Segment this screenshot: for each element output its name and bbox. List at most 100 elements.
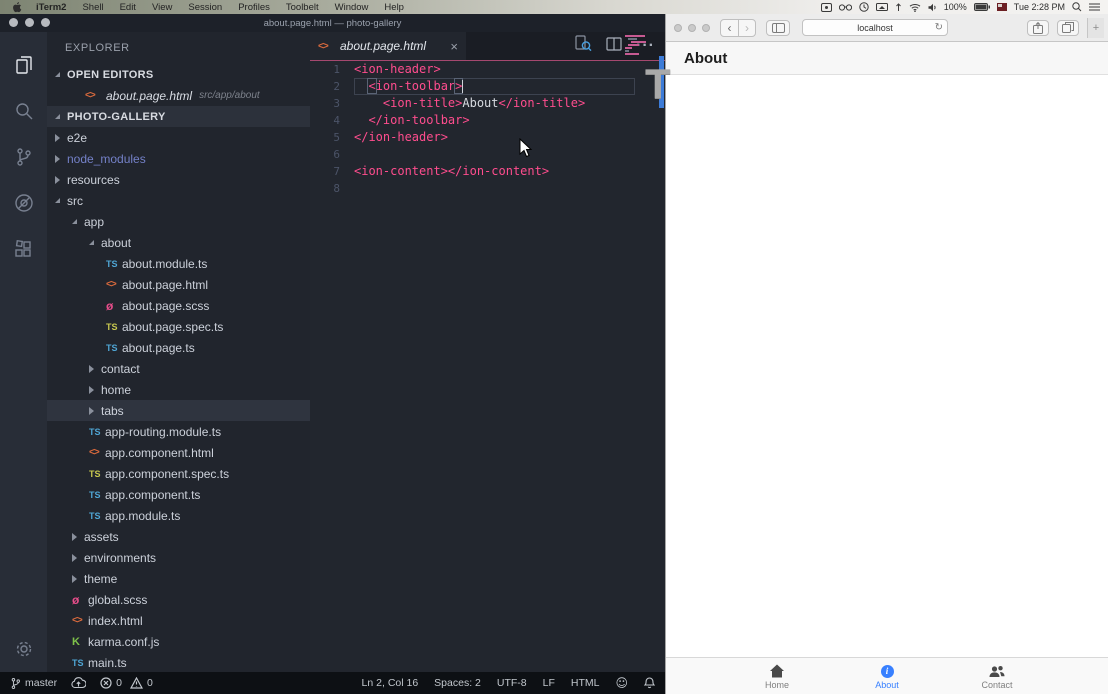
menu-session[interactable]: Session	[180, 2, 230, 13]
address-bar[interactable]: localhost ↻	[802, 19, 948, 36]
zoom-window-button[interactable]	[702, 24, 710, 32]
project-root-header[interactable]: PHOTO-GALLERY	[47, 106, 310, 127]
git-branch-indicator[interactable]: master	[10, 677, 57, 690]
chevron-collapsed-icon	[72, 533, 84, 541]
indentation[interactable]: Spaces: 2	[434, 677, 481, 689]
vscode-titlebar[interactable]: about.page.html — photo-gallery	[0, 14, 665, 32]
share-button[interactable]	[1027, 20, 1049, 36]
folder-home[interactable]: home	[47, 379, 310, 400]
menu-view[interactable]: View	[144, 2, 180, 13]
menu-toolbelt[interactable]: Toolbelt	[278, 2, 327, 13]
item-label: about.page.scss	[122, 299, 209, 313]
notification-center-icon[interactable]	[1089, 3, 1100, 11]
explorer-activity-icon[interactable]	[0, 42, 47, 88]
open-editor-label: about.page.html	[106, 89, 192, 103]
spotlight-icon[interactable]	[1072, 2, 1082, 12]
ion-tab-home[interactable]: Home	[722, 663, 832, 690]
folder-contact[interactable]: contact	[47, 358, 310, 379]
code-line-2[interactable]: 2 <ion-toolbar>	[310, 78, 665, 95]
settings-gear-icon[interactable]	[0, 626, 47, 672]
sidebar-title: EXPLORER	[47, 32, 310, 64]
encoding[interactable]: UTF-8	[497, 677, 527, 689]
close-tab-icon[interactable]: ×	[450, 39, 458, 54]
folder-theme[interactable]: theme	[47, 568, 310, 589]
extensions-activity-icon[interactable]	[0, 226, 47, 272]
folder-app[interactable]: app	[47, 211, 310, 232]
problems-indicator[interactable]: 0 0	[100, 677, 153, 689]
close-window-button[interactable]	[9, 18, 18, 27]
file-about.page.html[interactable]: <>about.page.html	[47, 274, 310, 295]
minimap[interactable]	[625, 35, 653, 56]
line-content	[354, 146, 635, 163]
code-line-3[interactable]: 3 <ion-title>About</ion-title>	[310, 95, 665, 112]
code-line-5[interactable]: 5</ion-header>	[310, 129, 665, 146]
eol[interactable]: LF	[543, 677, 555, 689]
file-about.module.ts[interactable]: TSabout.module.ts	[47, 253, 310, 274]
split-editor-icon[interactable]	[606, 37, 622, 56]
apple-menu-icon[interactable]	[12, 1, 22, 13]
menu-window[interactable]: Window	[327, 2, 377, 13]
file-app.module.ts[interactable]: TSapp.module.ts	[47, 505, 310, 526]
code-line-6[interactable]: 6	[310, 146, 665, 163]
chevron-expanded-icon	[89, 240, 101, 245]
file-app.component.ts[interactable]: TSapp.component.ts	[47, 484, 310, 505]
open-editor-item[interactable]: <> about.page.html src/app/about	[47, 85, 310, 106]
folder-tabs[interactable]: tabs	[47, 400, 310, 421]
file-app.component.html[interactable]: <>app.component.html	[47, 442, 310, 463]
forward-button[interactable]: ›	[738, 20, 755, 36]
back-button[interactable]: ‹	[721, 20, 738, 36]
tab-overview-button[interactable]	[1057, 20, 1079, 36]
glasses-icon	[839, 3, 852, 11]
menu-profiles[interactable]: Profiles	[230, 2, 278, 13]
file-about.page.ts[interactable]: TSabout.page.ts	[47, 337, 310, 358]
menu-help[interactable]: Help	[376, 2, 412, 13]
file-main.ts[interactable]: TSmain.ts	[47, 652, 310, 672]
ion-tab-about[interactable]: iAbout	[832, 663, 942, 690]
ion-tab-contact[interactable]: Contact	[942, 663, 1052, 690]
tab-about-page-html[interactable]: <> about.page.html ×	[310, 32, 466, 60]
folder-e2e[interactable]: e2e	[47, 127, 310, 148]
reload-icon[interactable]: ↻	[935, 22, 943, 33]
minimize-window-button[interactable]	[688, 24, 696, 32]
language-mode[interactable]: HTML	[571, 677, 600, 689]
open-editors-header[interactable]: OPEN EDITORS	[47, 64, 310, 85]
folder-resources[interactable]: resources	[47, 169, 310, 190]
sync-indicator[interactable]	[71, 677, 86, 689]
ion-page-header: About	[666, 42, 1108, 75]
zoom-window-button[interactable]	[41, 18, 50, 27]
file-app-routing.module.ts[interactable]: TSapp-routing.module.ts	[47, 421, 310, 442]
folder-node_modules[interactable]: node_modules	[47, 148, 310, 169]
code-line-1[interactable]: 1<ion-header>	[310, 61, 665, 78]
people-tab-icon	[988, 663, 1006, 678]
code-area[interactable]: 1<ion-header>2 <ion-toolbar>3 <ion-title…	[310, 61, 665, 672]
code-line-8[interactable]: 8	[310, 180, 665, 197]
cursor-position[interactable]: Ln 2, Col 16	[362, 677, 419, 689]
notifications-bell-icon[interactable]	[644, 677, 655, 689]
search-activity-icon[interactable]	[0, 88, 47, 134]
folder-about[interactable]: about	[47, 232, 310, 253]
statusbar-right: Ln 2, Col 16 Spaces: 2 UTF-8 LF HTML ☺	[346, 676, 655, 690]
code-line-4[interactable]: 4 </ion-toolbar>	[310, 112, 665, 129]
file-karma.conf.js[interactable]: Kkarma.conf.js	[47, 631, 310, 652]
folder-src[interactable]: src	[47, 190, 310, 211]
open-preview-icon[interactable]	[575, 35, 592, 57]
file-index.html[interactable]: <>index.html	[47, 610, 310, 631]
new-tab-button[interactable]: +	[1087, 18, 1104, 38]
file-about.page.scss[interactable]: øabout.page.scss	[47, 295, 310, 316]
file-global.scss[interactable]: øglobal.scss	[47, 589, 310, 610]
debug-activity-icon[interactable]	[0, 180, 47, 226]
folder-environments[interactable]: environments	[47, 547, 310, 568]
folder-assets[interactable]: assets	[47, 526, 310, 547]
minimize-window-button[interactable]	[25, 18, 34, 27]
menu-iterm2[interactable]: iTerm2	[28, 2, 74, 13]
menu-edit[interactable]: Edit	[112, 2, 144, 13]
code-line-7[interactable]: 7<ion-content></ion-content>	[310, 163, 665, 180]
sidebar-toggle-button[interactable]	[766, 20, 790, 36]
file-app.component.spec.ts[interactable]: TSapp.component.spec.ts	[47, 463, 310, 484]
feedback-smiley-icon[interactable]: ☺	[615, 676, 628, 690]
close-window-button[interactable]	[674, 24, 682, 32]
ts-file-icon: TS	[106, 259, 122, 269]
source-control-activity-icon[interactable]	[0, 134, 47, 180]
menu-shell[interactable]: Shell	[74, 2, 111, 13]
file-about.page.spec.ts[interactable]: TSabout.page.spec.ts	[47, 316, 310, 337]
